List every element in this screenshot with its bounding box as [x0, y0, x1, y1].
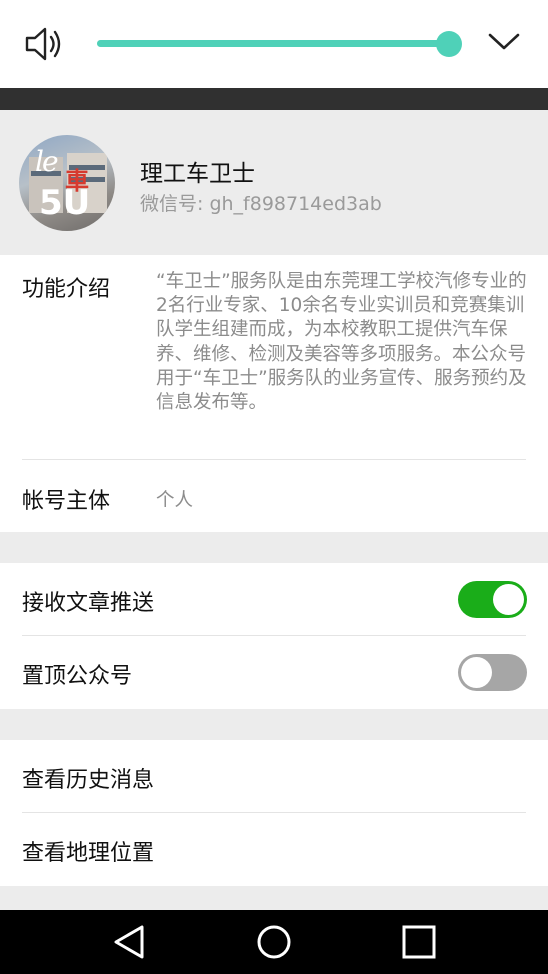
account-info-section: 功能介绍 “车卫士”服务队是由东莞理工学校汽修专业的2名行业专家、10余名专业实… [0, 255, 548, 532]
panel-shadow-bar [0, 88, 548, 110]
account-name: 理工车卫士 [140, 161, 255, 187]
toggle-knob [493, 584, 524, 615]
speaker-icon[interactable] [24, 24, 64, 64]
wechat-id: 微信号: gh_f898714ed3ab [140, 193, 382, 215]
volume-slider-fill [97, 40, 449, 47]
avatar[interactable]: le 車 5U [19, 135, 115, 231]
intro-label: 功能介绍 [22, 277, 111, 302]
view-location-item[interactable]: 查看地理位置 [22, 835, 154, 867]
divider [22, 635, 526, 636]
volume-panel [0, 0, 548, 88]
recents-icon[interactable] [401, 924, 437, 960]
pin-account-toggle[interactable] [458, 654, 527, 691]
chevron-down-icon[interactable] [486, 26, 522, 58]
navigation-bar [0, 910, 548, 974]
links-section: 查看历史消息 查看地理位置 [0, 740, 548, 886]
intro-text: “车卫士”服务队是由东莞理工学校汽修专业的2名行业专家、10余名专业实训员和竞赛… [156, 271, 527, 414]
divider [22, 812, 526, 813]
avatar-logo-text: le [35, 145, 58, 178]
volume-slider-thumb[interactable] [436, 31, 462, 57]
settings-section: 接收文章推送 置顶公众号 [0, 563, 548, 709]
home-icon[interactable] [256, 924, 292, 960]
account-owner-label: 帐号主体 [22, 489, 111, 514]
pin-account-label: 置顶公众号 [22, 664, 133, 689]
toggle-knob [461, 657, 492, 688]
view-history-item[interactable]: 查看历史消息 [22, 762, 154, 794]
profile-header: le 車 5U 理工车卫士 微信号: gh_f898714ed3ab [0, 110, 548, 255]
volume-slider[interactable] [97, 31, 462, 57]
account-owner-value: 个人 [156, 490, 194, 511]
avatar-logo-number: 5U [39, 183, 91, 223]
receive-articles-label: 接收文章推送 [22, 591, 155, 616]
receive-articles-toggle[interactable] [458, 581, 527, 618]
back-icon[interactable] [112, 924, 148, 960]
divider [22, 459, 526, 460]
